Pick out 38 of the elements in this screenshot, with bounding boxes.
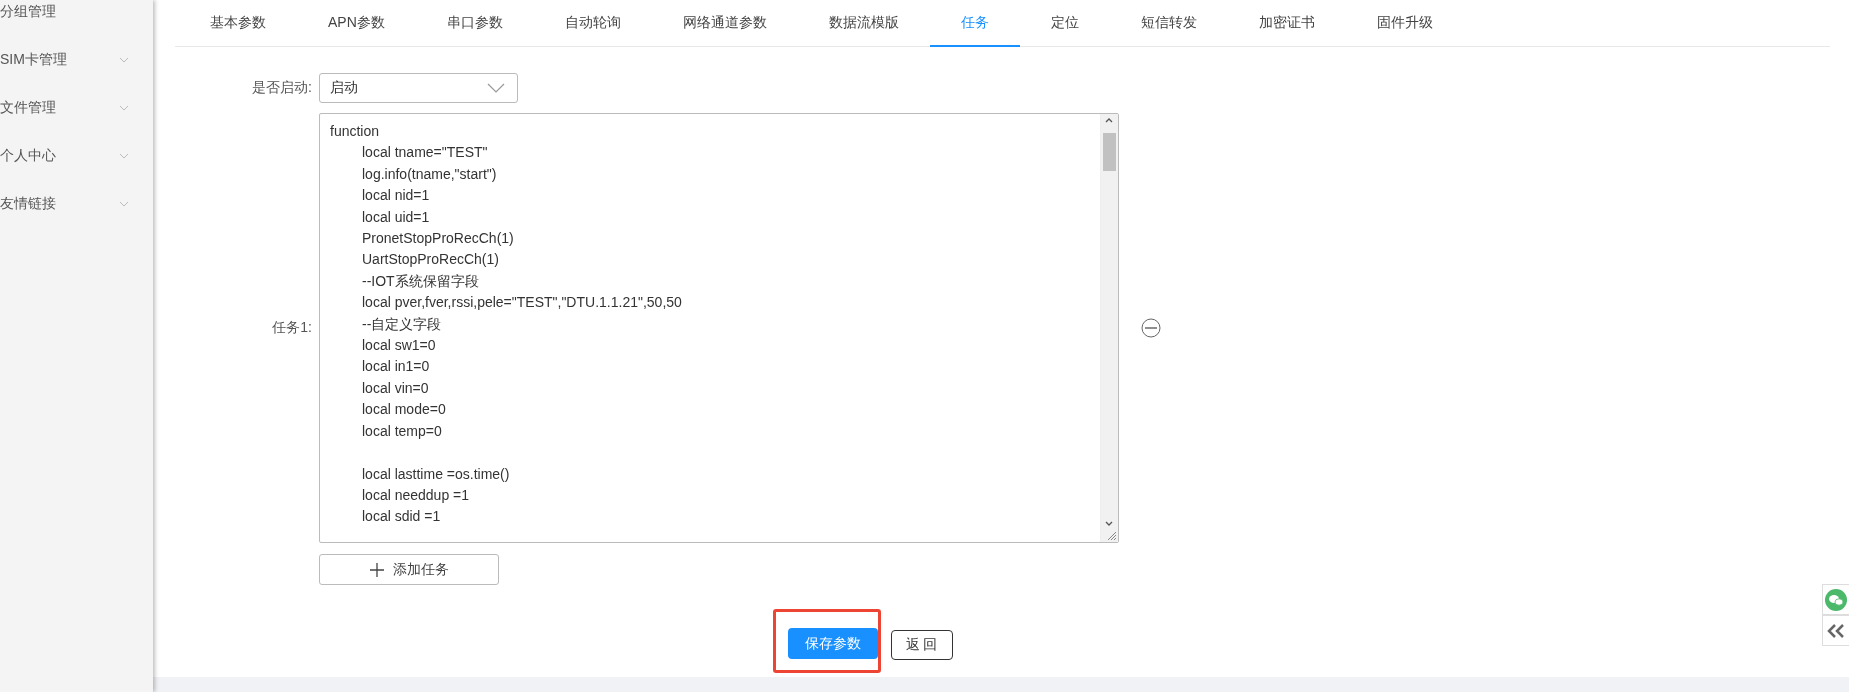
- tab[interactable]: 短信转发: [1109, 0, 1228, 47]
- resize-grip-icon[interactable]: [1107, 531, 1117, 541]
- back-button[interactable]: 返 回: [890, 629, 953, 660]
- chevron-down-icon: [119, 153, 129, 159]
- scrollbar-thumb[interactable]: [1103, 133, 1116, 171]
- collapse-button[interactable]: [1822, 615, 1849, 646]
- sidebar-item[interactable]: 文件管理: [0, 99, 56, 117]
- tab[interactable]: 数据流模版: [797, 0, 930, 47]
- plus-icon: [369, 561, 385, 578]
- enable-select[interactable]: 启动: [319, 73, 518, 103]
- scroll-up-icon[interactable]: [1105, 118, 1113, 123]
- chevron-down-icon: [119, 57, 129, 63]
- code-text: function local tname="TEST" log.info(tname,"start") local nid=1 local uid=1 PronetStopProRecCh(1) UartStopProRecCh(1) --IOT系统保留字段 local pver,fver,rssi,pele="TEST","DTU.1.1.21",50,50 --自定义字段 local sw1=0 local in1=0 local vin=0 local mode=0 local temp=0 local lasttime =os.time() local needdup =1 local sdid =1: [329, 122, 683, 527]
- chevron-down-icon: [119, 201, 129, 207]
- sidebar-item[interactable]: 分组管理: [0, 3, 56, 21]
- chat-bubbles-icon: [1825, 588, 1847, 611]
- tab[interactable]: 网络通道参数: [651, 0, 798, 47]
- tab[interactable]: 串口参数: [415, 0, 534, 47]
- field-label: 任务1:: [271, 319, 313, 337]
- sidebar-item[interactable]: SIM卡管理: [0, 51, 67, 69]
- sidebar-item[interactable]: 个人中心: [0, 147, 56, 165]
- code-field[interactable]: [319, 113, 1119, 543]
- tab[interactable]: APN参数: [297, 0, 416, 47]
- sidebar-item[interactable]: 友情链接: [0, 195, 56, 213]
- remove-icon[interactable]: [1141, 318, 1161, 338]
- double-chevron-left-icon: [1827, 623, 1845, 638]
- tab[interactable]: 定位: [1019, 0, 1110, 47]
- tab[interactable]: 加密证书: [1227, 0, 1346, 47]
- tab[interactable]: 自动轮询: [533, 0, 652, 47]
- chevron-down-icon: [487, 83, 505, 93]
- chat-button[interactable]: [1822, 584, 1849, 615]
- field-label: 是否启动:: [251, 79, 313, 97]
- add-task-button[interactable]: 添加任务: [319, 554, 499, 585]
- tab[interactable]: 基本参数: [179, 0, 297, 47]
- scroll-down-icon[interactable]: [1105, 521, 1113, 526]
- chevron-down-icon: [119, 105, 129, 111]
- tab[interactable]: 固件升级: [1345, 0, 1464, 47]
- scrollbar[interactable]: [1100, 114, 1118, 542]
